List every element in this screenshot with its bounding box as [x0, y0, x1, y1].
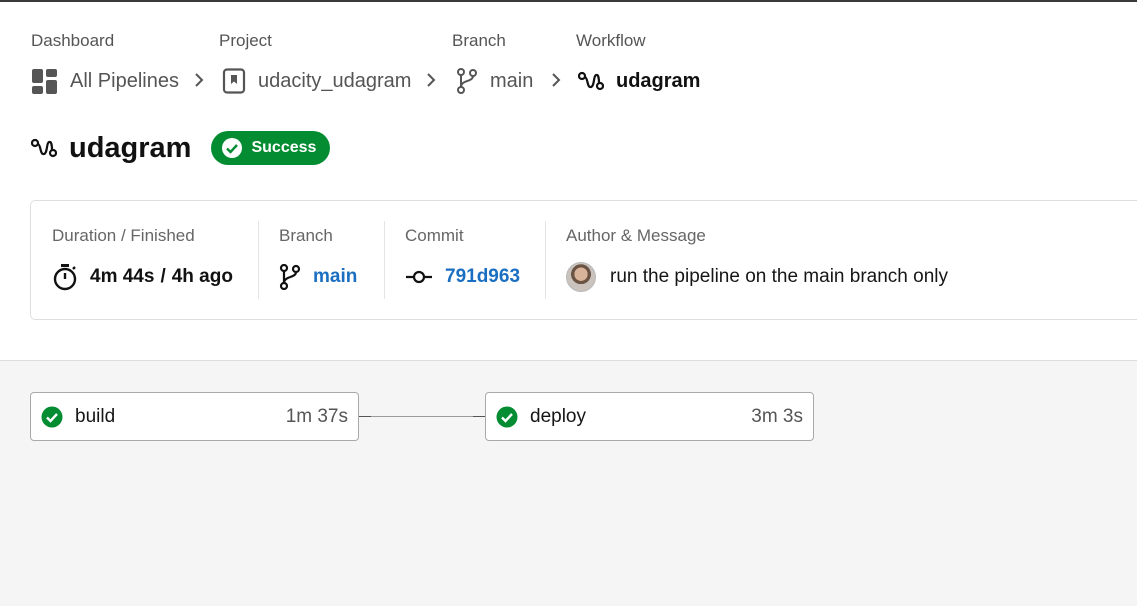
status-badge: Success [211, 131, 331, 165]
job-deploy[interactable]: deploy 3m 3s [485, 392, 814, 441]
duration-value: 4m 44s / 4h ago [52, 263, 233, 291]
commit-label: Commit [405, 226, 464, 245]
divider [384, 221, 385, 299]
duration-label: Duration / Finished [52, 226, 195, 245]
breadcrumb-branch[interactable]: main [456, 66, 533, 96]
job-connector [359, 416, 485, 417]
git-commit-icon [405, 270, 433, 284]
job-build[interactable]: build 1m 37s [30, 392, 359, 441]
breadcrumb-all-pipelines-label: All Pipelines [70, 69, 179, 92]
finished-time: 4h ago [171, 266, 233, 287]
breadcrumb-label-dashboard: Dashboard [31, 31, 115, 50]
breadcrumb-project-label: udacity_udagram [258, 69, 412, 92]
breadcrumb-workflow[interactable]: udagram [578, 66, 700, 96]
job-duration: 3m 3s [751, 405, 803, 427]
branch-label: Branch [279, 226, 333, 245]
job-name: deploy [530, 405, 586, 427]
workflow-icon [578, 70, 604, 92]
status-badge-label: Success [251, 139, 317, 156]
job-duration: 1m 37s [285, 405, 348, 427]
workflow-icon [31, 137, 57, 159]
chevron-right-icon [549, 70, 563, 90]
duration-time: 4m 44s [90, 266, 155, 287]
branch-name[interactable]: main [313, 266, 357, 288]
chevron-right-icon [192, 70, 206, 90]
job-name: build [75, 405, 116, 427]
breadcrumb-project[interactable]: udacity_udagram [222, 66, 411, 96]
pipeline-info-card: Duration / Finished 4m 44s / 4h ago Bran… [30, 200, 1137, 320]
breadcrumb-label-project: Project [219, 31, 272, 50]
dashboard-grid-icon [31, 68, 58, 95]
page-title: udagram [69, 131, 192, 164]
author-label: Author & Message [566, 226, 706, 245]
git-branch-icon [456, 68, 478, 94]
breadcrumb-label-workflow: Workflow [576, 31, 646, 50]
avatar[interactable] [566, 262, 596, 292]
commit-message: run the pipeline on the main branch only [610, 266, 949, 287]
author-message: run the pipeline on the main branch only [566, 262, 949, 292]
workflow-graph: build 1m 37s deploy 3m 3s [0, 360, 1137, 606]
check-circle-icon [221, 137, 243, 159]
success-check-icon [496, 406, 518, 428]
chevron-right-icon [424, 70, 438, 90]
top-border [0, 0, 1137, 2]
divider [545, 221, 546, 299]
project-bookmark-icon [222, 68, 246, 94]
git-branch-icon [279, 264, 301, 290]
commit-link[interactable]: 791d963 [405, 263, 520, 291]
page-header: udagram Success [31, 128, 331, 168]
success-check-icon [41, 406, 63, 428]
stopwatch-icon [52, 263, 78, 291]
commit-hash[interactable]: 791d963 [445, 266, 520, 288]
branch-link[interactable]: main [279, 263, 357, 291]
breadcrumb-all-pipelines[interactable]: All Pipelines [31, 66, 179, 96]
duration-separator: / [160, 266, 166, 287]
breadcrumb-label-branch: Branch [452, 31, 506, 50]
breadcrumb-branch-label: main [490, 69, 534, 92]
breadcrumb-workflow-label: udagram [616, 69, 701, 92]
divider [258, 221, 259, 299]
